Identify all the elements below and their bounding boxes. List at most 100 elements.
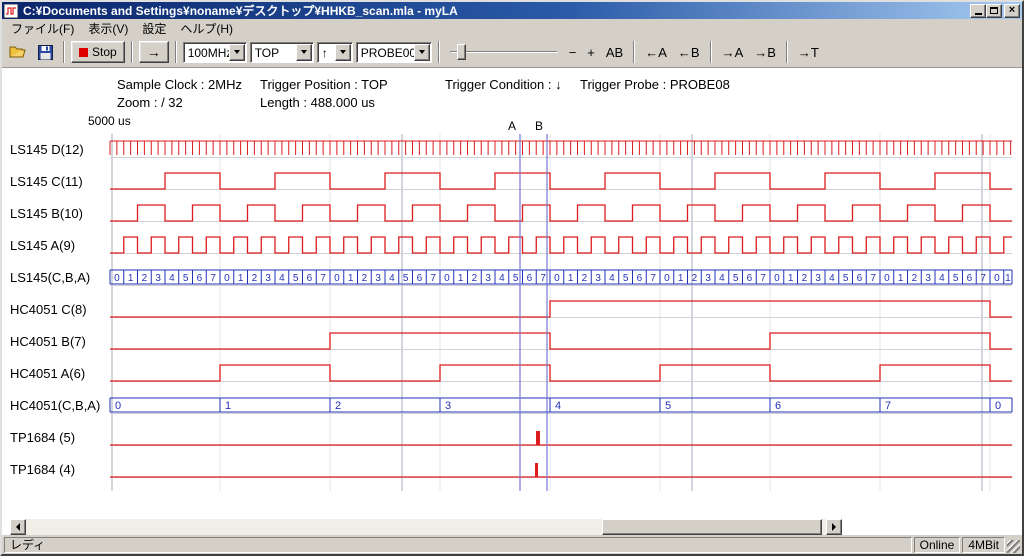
- toolbar: Stop → 100MHz TOP ↑ PROBE00 − + AB: [2, 37, 1022, 68]
- dropdown-arrow-icon[interactable]: [229, 44, 245, 61]
- menu-view[interactable]: 表示(V): [81, 18, 135, 39]
- svg-text:2: 2: [582, 273, 588, 284]
- svg-text:4: 4: [389, 273, 395, 284]
- trigger-probe-combobox[interactable]: PROBE00: [356, 42, 432, 63]
- channel-wave: 012345670: [110, 398, 1012, 412]
- toolbar-separator: [633, 41, 635, 63]
- toolbar-separator: [175, 41, 177, 63]
- svg-text:1: 1: [678, 273, 684, 284]
- svg-text:3: 3: [265, 273, 271, 284]
- svg-text:2: 2: [252, 273, 258, 284]
- svg-text:2: 2: [362, 273, 368, 284]
- svg-text:6: 6: [197, 273, 203, 284]
- svg-text:7: 7: [980, 273, 986, 284]
- chevron-down-icon: [340, 50, 346, 54]
- maximize-button[interactable]: [986, 4, 1002, 18]
- minimize-button[interactable]: [970, 4, 986, 18]
- svg-text:7: 7: [320, 273, 326, 284]
- run-button[interactable]: →: [139, 41, 169, 63]
- resize-grip[interactable]: [1007, 540, 1020, 553]
- sample-clock-combobox[interactable]: 100MHz: [183, 42, 247, 63]
- channel-wave: [110, 301, 1012, 317]
- close-button[interactable]: ×: [1004, 4, 1020, 18]
- svg-text:1: 1: [568, 273, 574, 284]
- dropdown-arrow-icon[interactable]: [335, 44, 351, 61]
- scrollbar-track[interactable]: [26, 519, 826, 535]
- title-bar: C:¥Documents and Settings¥noname¥デスクトップ¥…: [2, 2, 1022, 19]
- scrollbar-thumb[interactable]: [602, 519, 822, 535]
- close-icon: ×: [1009, 5, 1015, 16]
- channel-wave: [110, 173, 1012, 189]
- arrow-right-icon: [832, 523, 836, 531]
- svg-text:3: 3: [375, 273, 381, 284]
- dropdown-arrow-icon[interactable]: [296, 44, 312, 61]
- trigger-edge-combobox[interactable]: ↑: [317, 42, 353, 63]
- stop-button[interactable]: Stop: [71, 41, 125, 63]
- svg-text:0: 0: [884, 273, 890, 284]
- toolbar-separator: [786, 41, 788, 63]
- channel-wave: [110, 463, 1012, 477]
- goto-cursor-a-left-button[interactable]: ←A: [641, 43, 671, 62]
- trigger-position-combobox[interactable]: TOP: [250, 42, 314, 63]
- menu-help[interactable]: ヘルプ(H): [173, 18, 240, 39]
- svg-text:5: 5: [665, 400, 671, 412]
- cursor-label: A: [508, 119, 516, 133]
- channel-wave: [110, 141, 1012, 155]
- cursor-ab-button[interactable]: AB: [602, 43, 627, 62]
- zoom-in-button[interactable]: +: [583, 43, 599, 62]
- slider-thumb[interactable]: [457, 44, 466, 60]
- scroll-right-button[interactable]: [826, 519, 842, 535]
- svg-text:1: 1: [128, 273, 134, 284]
- svg-text:7: 7: [540, 273, 546, 284]
- goto-trigger-button[interactable]: →T: [794, 43, 823, 62]
- svg-text:6: 6: [775, 400, 781, 412]
- cursor-label: B: [535, 119, 543, 133]
- open-button[interactable]: [6, 40, 30, 64]
- svg-text:5: 5: [623, 273, 629, 284]
- svg-text:7: 7: [650, 273, 656, 284]
- menu-settings[interactable]: 設定: [135, 18, 173, 39]
- arrow-left-icon: [16, 523, 20, 531]
- svg-text:0: 0: [115, 400, 121, 412]
- horizontal-scrollbar[interactable]: [10, 519, 842, 535]
- svg-text:6: 6: [307, 273, 313, 284]
- svg-text:6: 6: [967, 273, 973, 284]
- dropdown-arrow-icon[interactable]: [414, 44, 430, 61]
- menu-file[interactable]: ファイル(F): [4, 18, 81, 39]
- save-button[interactable]: [33, 40, 57, 64]
- status-online-badge: Online: [914, 537, 961, 553]
- svg-text:6: 6: [747, 273, 753, 284]
- scroll-left-button[interactable]: [10, 519, 26, 535]
- svg-text:5: 5: [843, 273, 849, 284]
- svg-text:1: 1: [898, 273, 904, 284]
- svg-text:7: 7: [885, 400, 891, 412]
- menu-bar: ファイル(F) 表示(V) 設定 ヘルプ(H): [2, 19, 1022, 37]
- svg-text:1: 1: [788, 273, 794, 284]
- svg-text:2: 2: [692, 273, 698, 284]
- svg-text:2: 2: [802, 273, 808, 284]
- svg-text:0: 0: [444, 273, 450, 284]
- client-area: Sample Clock : 2MHz Trigger Position : T…: [2, 68, 1022, 535]
- goto-cursor-b-left-button[interactable]: ←B: [674, 43, 704, 62]
- svg-text:3: 3: [595, 273, 601, 284]
- svg-text:7: 7: [430, 273, 436, 284]
- waveform-canvas[interactable]: 0123456701234567012345670123456701234567…: [2, 69, 1022, 535]
- open-folder-icon: [9, 45, 27, 59]
- svg-text:0: 0: [224, 273, 230, 284]
- goto-cursor-a-right-button[interactable]: →A: [718, 43, 748, 62]
- svg-text:0: 0: [114, 273, 120, 284]
- trigger-position-value: TOP: [251, 45, 296, 60]
- goto-cursor-b-right-button[interactable]: →B: [750, 43, 780, 62]
- svg-text:1: 1: [225, 400, 231, 412]
- floppy-icon: [38, 45, 53, 60]
- zoom-out-button[interactable]: −: [565, 43, 581, 62]
- svg-text:4: 4: [555, 400, 561, 412]
- chevron-down-icon: [234, 50, 240, 54]
- app-icon: [4, 4, 18, 18]
- svg-text:5: 5: [403, 273, 409, 284]
- zoom-slider[interactable]: [450, 42, 558, 62]
- svg-text:1: 1: [238, 273, 244, 284]
- cursors[interactable]: AB: [508, 119, 547, 491]
- svg-text:5: 5: [513, 273, 519, 284]
- channel-wave: [110, 333, 1012, 349]
